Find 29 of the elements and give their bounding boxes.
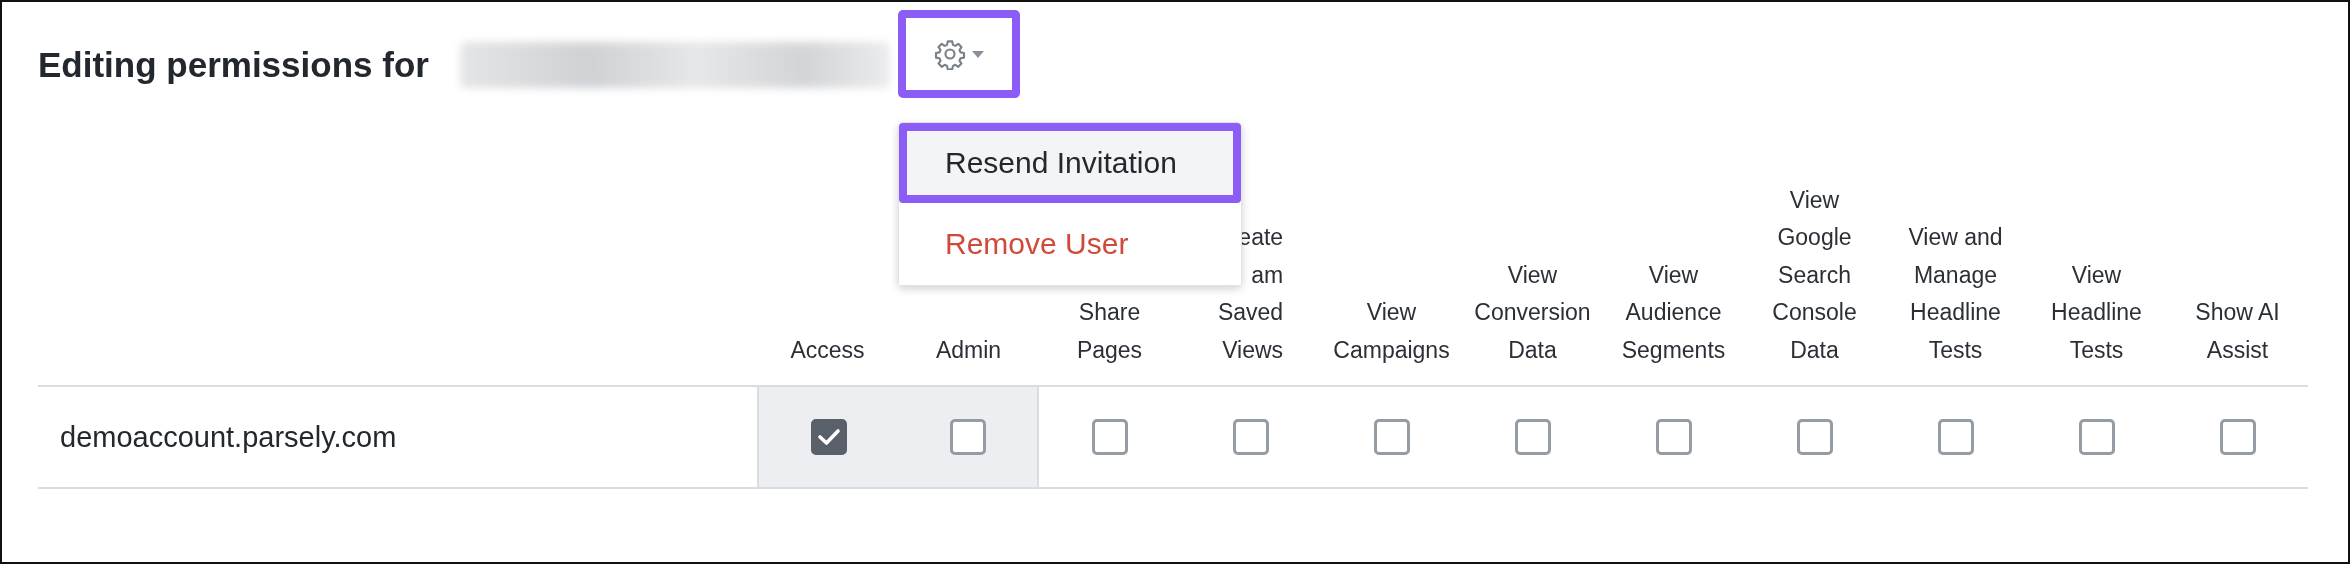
- settings-button[interactable]: [898, 10, 1020, 98]
- checkbox[interactable]: [1796, 419, 1833, 455]
- checkbox[interactable]: [1232, 419, 1269, 455]
- column-header: View Headline Tests: [2051, 260, 2142, 365]
- column-header: View and Manage Headline Tests: [1908, 223, 2003, 365]
- checkbox[interactable]: [1373, 419, 1410, 455]
- column-header: Admin: [935, 335, 1002, 365]
- checkbox[interactable]: [1937, 419, 1974, 455]
- column-header: View Audience Segments: [1621, 260, 1726, 365]
- checkbox[interactable]: [1091, 419, 1128, 455]
- checkbox[interactable]: [949, 419, 986, 455]
- checkbox[interactable]: [1514, 419, 1551, 455]
- checkbox[interactable]: [2219, 419, 2256, 455]
- column-header: View Conversion Data: [1474, 260, 1591, 365]
- check-icon: [816, 427, 841, 447]
- column-header: View Google Search Console Data: [1772, 185, 1857, 365]
- column-header: View Campaigns: [1333, 298, 1450, 365]
- checkbox[interactable]: [810, 419, 847, 455]
- menu-item[interactable]: Remove User: [899, 203, 1241, 285]
- checkbox[interactable]: [2078, 419, 2115, 455]
- caret-icon: [972, 50, 984, 58]
- column-header: Access: [790, 335, 865, 365]
- site-name: demoaccount.parsely.com: [60, 420, 397, 454]
- checkbox[interactable]: [1655, 419, 1692, 455]
- column-header: Share Pages: [1076, 298, 1143, 365]
- page-title: Editing permissions for: [38, 45, 430, 85]
- menu-item[interactable]: Resend Invitation: [899, 123, 1241, 203]
- settings-icon: [934, 38, 966, 70]
- column-header: Show AI Assist: [2195, 298, 2280, 365]
